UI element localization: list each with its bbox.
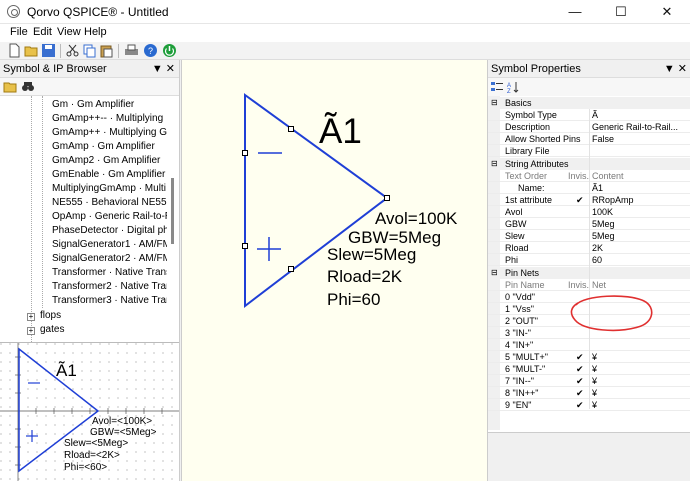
tree-item[interactable]: GmAmp · Gm Amplifier — [52, 140, 167, 154]
tree-item[interactable]: SignalGenerator1 · AM/FM — [52, 238, 167, 252]
component-ref-label[interactable]: Ã1 — [319, 112, 362, 152]
tree-item[interactable]: PhaseDetector · Digital pha — [52, 224, 167, 238]
pane-controls: ▼ ✕ — [152, 60, 175, 78]
close-pane-icon[interactable]: ✕ — [678, 63, 687, 75]
tree-item[interactable]: GmAmp++ · Multiplying Gi — [52, 126, 167, 140]
tree-item[interactable]: Transformer3 · Native Trans — [52, 294, 167, 308]
annotation-circle — [570, 295, 653, 332]
cut-icon[interactable] — [65, 43, 80, 58]
svg-text:?: ? — [148, 46, 153, 56]
tree-item[interactable]: SignalGenerator2 · AM/FM — [52, 252, 167, 266]
tree-item[interactable]: Transformer · Native Transf — [52, 266, 167, 280]
properties-toolbar: AZ — [488, 78, 690, 96]
symbol-properties: Symbol Properties ▼ ✕ AZ ⊟ Basics Symbol … — [487, 60, 690, 481]
tree-item[interactable]: GmAmp2 · Gm Amplifier — [52, 154, 167, 168]
menu-file[interactable]: File — [10, 26, 28, 38]
attr-avol[interactable]: Avol=100K — [375, 209, 457, 229]
pane-controls: ▼ ✕ — [664, 60, 687, 78]
tree-item[interactable]: OpAmp · Generic Rail-to-R — [52, 210, 167, 224]
tree-item[interactable]: Gm · Gm Amplifier — [52, 98, 167, 112]
browser-toolbar — [0, 78, 179, 96]
paste-icon[interactable] — [99, 43, 114, 58]
close-button[interactable]: ✕ — [644, 0, 690, 24]
print-icon[interactable] — [124, 43, 139, 58]
scrollbar-thumb[interactable] — [171, 178, 174, 244]
dropdown-icon[interactable]: ▼ — [664, 63, 675, 75]
preview-ref-label: Ã1 — [56, 361, 77, 380]
sort-alpha-icon[interactable]: AZ — [507, 81, 519, 93]
binoculars-icon[interactable] — [21, 80, 35, 93]
symbol-preview: Ã1 Avol=<100K> GBW=<5Meg> Slew=<5Meg> Rl… — [0, 342, 179, 481]
new-file-icon[interactable] — [7, 43, 22, 58]
maximize-button[interactable]: ☐ — [598, 0, 644, 24]
menu-edit[interactable]: Edit — [33, 26, 52, 38]
attr-slew[interactable]: Slew=5Meg — [327, 245, 416, 265]
property-grid: ⊟ Basics Symbol Type Ã Description Generic … — [488, 96, 690, 430]
run-icon[interactable] — [162, 43, 177, 58]
tree-folder-flops[interactable]: flops — [40, 309, 61, 323]
tree-item[interactable]: Transformer2 · Native Trans — [52, 280, 167, 294]
open-folder-icon[interactable] — [24, 43, 39, 58]
preview-attr-gbw: GBW=<5Meg> — [90, 427, 157, 438]
menu-bar: File Edit View Help — [0, 24, 690, 42]
section-basics[interactable]: ⊟ Basics — [488, 97, 690, 109]
preview-attr-phi: Phi=<60> — [64, 462, 108, 473]
menu-view[interactable]: View — [57, 26, 81, 38]
minimize-button[interactable]: — — [552, 0, 598, 24]
tree-item[interactable]: NE555 · Behavioral NE555 — [52, 196, 167, 210]
save-icon[interactable] — [41, 43, 56, 58]
attr-phi[interactable]: Phi=60 — [327, 290, 380, 310]
help-icon[interactable]: ? — [143, 43, 158, 58]
symbol-tree: Gm · Gm Amplifier GmAmp++-- · Multiplyin… — [0, 96, 179, 342]
properties-header: Symbol Properties ▼ ✕ — [488, 60, 690, 78]
expand-icon[interactable]: + — [27, 313, 35, 321]
expand-icon[interactable]: + — [27, 327, 35, 335]
preview-attr-slew: Slew=<5Meg> — [64, 438, 129, 449]
symbol-ip-browser: Symbol & IP Browser ▼ ✕ Gm · Gm Amplifie… — [0, 60, 180, 481]
tree-item[interactable]: MultiplyingGmAmp · Multi — [52, 182, 167, 196]
toolbar: ? — [0, 42, 690, 60]
window-title: Qorvo QSPICE® - Untitled — [27, 5, 169, 19]
tree-item[interactable]: GmEnable · Gm Amplifier — [52, 168, 167, 182]
tree-item[interactable]: GmAmp++-- · Multiplying — [52, 112, 167, 126]
categorized-icon[interactable] — [491, 81, 503, 93]
svg-text:Z: Z — [507, 89, 511, 93]
description-area — [488, 432, 690, 481]
dropdown-icon[interactable]: ▼ — [152, 63, 163, 75]
preview-attr-avol: Avol=<100K> — [92, 416, 153, 427]
browser-title: Symbol & IP Browser — [3, 63, 107, 75]
properties-title: Symbol Properties — [491, 63, 581, 75]
browser-header: Symbol & IP Browser ▼ ✕ — [0, 60, 179, 78]
copy-icon[interactable] — [82, 43, 97, 58]
title-bar: Qorvo QSPICE® - Untitled — ☐ ✕ — [0, 0, 690, 24]
open-folder-icon[interactable] — [3, 80, 17, 93]
app-icon — [7, 5, 20, 18]
menu-help[interactable]: Help — [84, 26, 107, 38]
tree-folder-gates[interactable]: gates — [40, 323, 64, 337]
schematic-canvas[interactable]: Ã1 Avol=100K GBW=5Meg Slew=5Meg Rload=2K… — [181, 60, 487, 481]
preview-attr-rload: Rload=<2K> — [64, 450, 120, 461]
close-pane-icon[interactable]: ✕ — [166, 63, 175, 75]
attr-rload[interactable]: Rload=2K — [327, 267, 402, 287]
